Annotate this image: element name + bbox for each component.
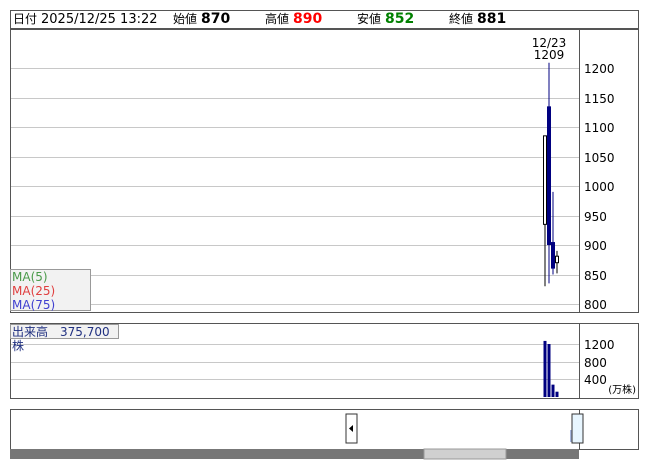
price-tick-label: 950: [584, 210, 607, 224]
price-tick-label: 900: [584, 239, 607, 253]
volume-tick-label: 400: [584, 373, 607, 387]
price-tick-label: 1000: [584, 180, 615, 194]
volume-tick-label: 1200: [584, 338, 615, 352]
stock-chart: 12001150110010501000950900850800 12/23 1…: [10, 29, 639, 460]
candle-body: [551, 242, 555, 269]
price-tick-label: 1200: [584, 62, 615, 76]
price-tick-label: 850: [584, 269, 607, 283]
price-tick-label: 1050: [584, 151, 615, 165]
navigator-right-handle[interactable]: [571, 413, 584, 444]
price-tick-label: 1150: [584, 92, 615, 106]
volume-bar: [547, 344, 551, 397]
navigator-left-handle[interactable]: [345, 413, 358, 444]
candle-body: [543, 135, 547, 225]
price-tick-label: 1100: [584, 121, 615, 135]
ma5-legend: MA(5): [12, 270, 48, 284]
volume-unit-label: (万株): [608, 383, 636, 396]
volume-bar: [551, 384, 555, 397]
volume-bar: [555, 391, 559, 397]
price-tick-label: 800: [584, 298, 607, 312]
volume-legend: 出来高 375,700株: [10, 324, 119, 353]
candle-body: [547, 106, 551, 245]
scrollbar-thumb[interactable]: [423, 448, 507, 460]
navigator-panel: [10, 409, 639, 450]
candle-body: [555, 255, 559, 264]
ma-legend: MA(5) MA(25) MA(75): [10, 269, 91, 312]
volume-tick-label: 800: [584, 356, 607, 370]
ma75-legend: MA(75): [12, 298, 56, 312]
peak-value-annotation: 1209: [534, 48, 565, 62]
ma25-legend: MA(25): [12, 284, 56, 298]
volume-bar: [543, 340, 547, 397]
